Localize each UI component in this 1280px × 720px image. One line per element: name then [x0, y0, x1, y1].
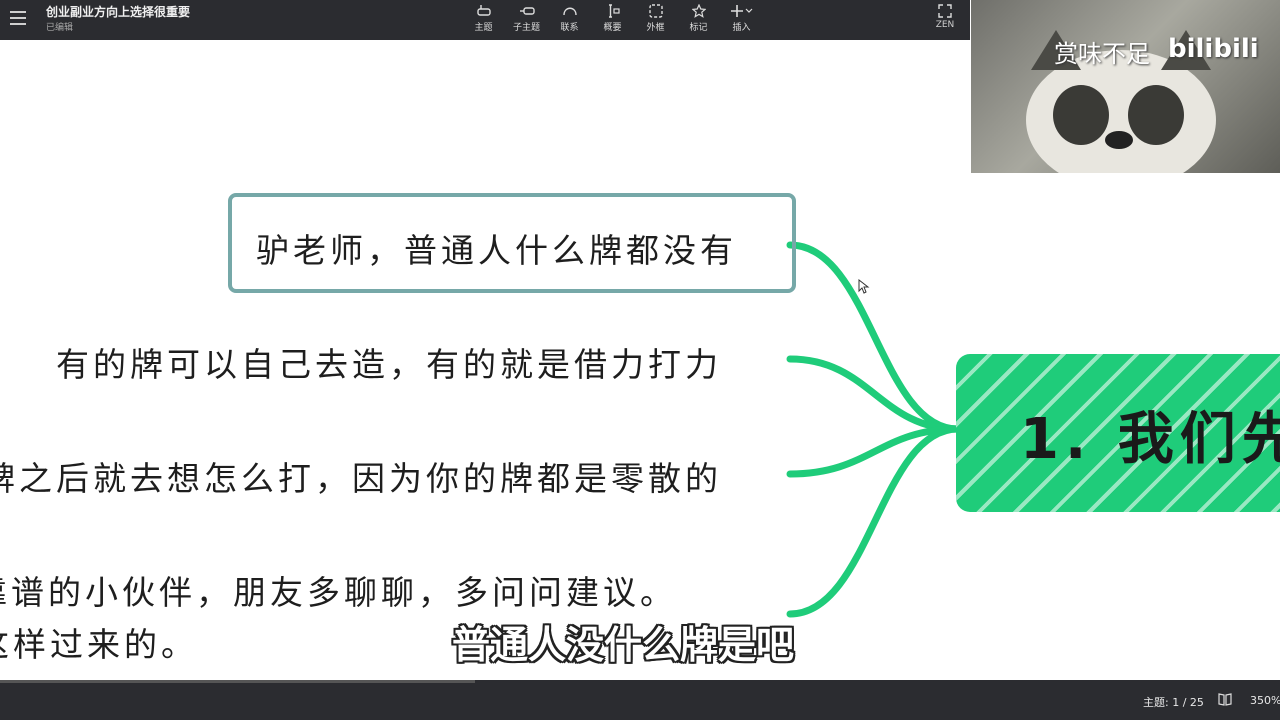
progress-strip	[0, 680, 475, 683]
webcam-overlay: 赏味不足 bilibili	[971, 0, 1280, 173]
zen-mode-button[interactable]: ZEN	[930, 2, 960, 30]
top-toolbar: 创业副业方向上选择很重要 已编辑 主题 子主题 联系 概要 外框 标记 插入 Z…	[0, 0, 970, 40]
topic-button[interactable]: 主题	[462, 2, 505, 33]
branch-line	[786, 425, 962, 618]
red-panda-avatar	[1026, 30, 1216, 173]
fullscreen-icon	[938, 4, 952, 18]
tool-label: 插入	[732, 23, 751, 33]
star-icon	[691, 4, 706, 18]
tool-label: 子主题	[512, 23, 540, 33]
watermark-text: 赏味不足	[1054, 40, 1150, 68]
tool-label: 概要	[603, 23, 622, 33]
summary-button[interactable]: 概要	[591, 2, 634, 33]
subtopic-button[interactable]: 子主题	[505, 2, 548, 33]
branch-line	[786, 241, 962, 433]
topic-3[interactable]: 牌之后就去想怎么打，因为你的牌都是零散的	[0, 452, 722, 500]
tool-label: 外框	[646, 23, 665, 33]
central-topic-label: 1. 我们先	[1020, 407, 1280, 472]
topic-icon	[476, 5, 491, 16]
tool-label: 联系	[560, 23, 579, 33]
boundary-button[interactable]: 外框	[634, 2, 677, 33]
topic-counter: 主题: 1 / 25	[1143, 696, 1204, 709]
plus-icon	[730, 5, 752, 17]
boundary-icon	[648, 4, 663, 18]
topic-4[interactable]: 靠谱的小伙伴，朋友多聊聊，多问问建议。	[0, 566, 677, 614]
insert-button[interactable]: 插入	[720, 2, 763, 33]
topic-2[interactable]: 有的牌可以自己去造，有的就是借力打力	[56, 338, 722, 386]
toolbar-tools: 主题 子主题 联系 概要 外框 标记 插入	[462, 2, 763, 33]
save-status: 已编辑	[46, 23, 74, 33]
summary-icon	[608, 4, 620, 18]
relationship-icon	[562, 7, 577, 16]
menu-icon[interactable]	[10, 11, 26, 25]
topic-4-continued[interactable]: 这样过来的。	[0, 618, 198, 666]
document-title: 创业副业方向上选择很重要	[46, 5, 191, 19]
mouse-cursor-icon	[858, 279, 870, 294]
zen-label: ZEN	[935, 20, 955, 30]
tool-label: 标记	[689, 23, 708, 33]
subtopic-icon	[519, 7, 535, 15]
topic-1[interactable]: 驴老师，普通人什么牌都没有	[256, 224, 737, 272]
marker-button[interactable]: 标记	[677, 2, 720, 33]
outline-book-icon[interactable]	[1218, 692, 1232, 706]
status-bar: 主题: 1 / 25 350%	[0, 680, 1280, 720]
bilibili-logo: bilibili	[1168, 34, 1259, 64]
tool-label: 主题	[474, 23, 493, 33]
video-subtitle: 普通人没什么牌是吧	[452, 623, 795, 667]
zoom-level[interactable]: 350%	[1250, 694, 1280, 707]
relationship-button[interactable]: 联系	[548, 2, 591, 33]
central-topic[interactable]: 1. 我们先	[956, 354, 1280, 512]
